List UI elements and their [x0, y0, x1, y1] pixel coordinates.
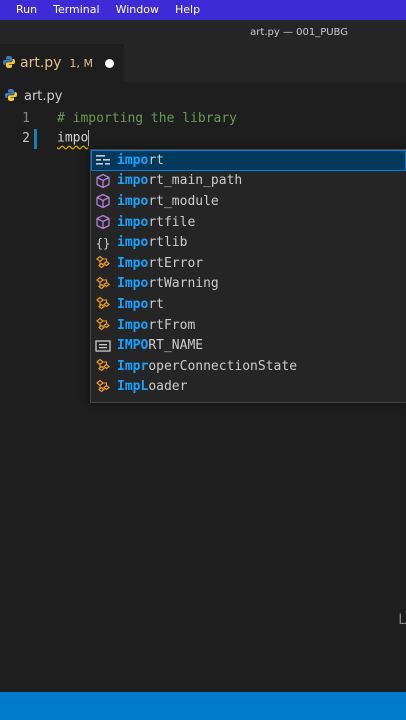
tab-status: 1, M	[69, 56, 93, 70]
menu-terminal[interactable]: Terminal	[45, 0, 108, 20]
suggestion-match: Impo	[117, 255, 149, 271]
suggestion-item[interactable]: Impo rtError	[91, 253, 406, 274]
line-number: 1	[22, 110, 30, 126]
python-file-icon	[4, 87, 18, 106]
code-line-active: 2 impo	[0, 128, 406, 148]
line-number: 2	[22, 130, 30, 146]
suggestion-match: ImpL	[117, 379, 149, 395]
code-text[interactable]: impo	[57, 130, 90, 146]
suggestion-match: Impo	[117, 276, 149, 292]
suggestion-item[interactable]: IMPO RT_NAME	[91, 335, 406, 356]
suggestion-rest: rt	[148, 296, 164, 312]
unsaved-dot-icon[interactable]	[104, 58, 114, 68]
suggestion-match: impo	[117, 235, 149, 251]
suggestion-item[interactable]: ImpL oader	[91, 377, 406, 398]
suggestion-match: impo	[117, 173, 149, 189]
suggestion-rest: rtError	[148, 255, 204, 271]
python-file-icon	[2, 54, 16, 73]
class-icon	[94, 296, 112, 312]
autocomplete-suggestions: impo rt impo rt_main_path impo rt_module impo r…	[90, 149, 406, 403]
class-icon	[94, 358, 112, 374]
suggestion-rest: rtWarning	[148, 276, 219, 292]
menu-help[interactable]: Help	[167, 0, 208, 20]
tab-filename: art.py	[20, 55, 62, 71]
suggestion-match: Impo	[117, 296, 149, 312]
suggestion-item[interactable]: impo rt_main_path	[91, 171, 406, 192]
code-line: 1 # importing the library	[0, 108, 406, 128]
suggestion-rest: oader	[148, 379, 188, 395]
tab-bar: art.py 1, M	[0, 44, 406, 82]
suggestion-rest: operConnectionState	[148, 358, 298, 374]
suggestion-item[interactable]: Impo rtFrom	[91, 315, 406, 336]
constant-icon	[94, 338, 112, 354]
menu-window[interactable]: Window	[108, 0, 167, 20]
suggestion-rest: rtFrom	[148, 317, 196, 333]
class-icon	[94, 379, 112, 395]
namespace-icon: {}	[94, 235, 112, 251]
svg-text:{}: {}	[96, 236, 110, 250]
suggestion-item[interactable]: impo rtfile	[91, 212, 406, 233]
breadcrumb-file[interactable]: art.py	[24, 89, 63, 104]
suggestion-item[interactable]: Impo rtWarning	[91, 274, 406, 295]
suggestion-rest: rt_module	[148, 193, 219, 209]
class-icon	[94, 276, 112, 292]
class-icon	[94, 255, 112, 271]
suggestion-rest: rtlib	[148, 235, 188, 251]
suggestion-match: Impr	[117, 358, 149, 374]
suggestion-item[interactable]: impo rt	[91, 150, 406, 171]
suggestion-rest: rt	[148, 152, 164, 168]
window-title: art.py — 001_PUBG	[250, 26, 348, 38]
typed-text: impo	[57, 130, 89, 146]
module-icon	[94, 193, 112, 209]
class-icon	[94, 317, 112, 333]
suggestion-match: impo	[117, 152, 149, 168]
suggestion-item[interactable]: {} impo rtlib	[91, 232, 406, 253]
menu-bar: Run Terminal Window Help	[0, 0, 406, 20]
module-icon	[94, 173, 112, 189]
suggestion-rest: rt_main_path	[148, 173, 243, 189]
keyword-icon	[94, 152, 112, 168]
suggestion-match: impo	[117, 214, 149, 230]
suggestion-rest: RT_NAME	[148, 338, 204, 354]
suggestion-item[interactable]: impo rt_module	[91, 191, 406, 212]
menu-run[interactable]: Run	[0, 0, 45, 20]
suggestion-match: Impo	[117, 317, 149, 333]
suggestion-match: IMPO	[117, 338, 149, 354]
module-icon	[94, 214, 112, 230]
suggestion-match: impo	[117, 193, 149, 209]
tab-art-py[interactable]: art.py 1, M	[0, 44, 124, 82]
code-comment: # importing the library	[57, 110, 238, 126]
suggestion-rest: rtfile	[148, 214, 196, 230]
breadcrumb: art.py	[0, 86, 63, 106]
corner-text: L	[398, 612, 406, 628]
text-cursor	[88, 130, 90, 146]
status-bar	[0, 692, 406, 720]
suggestion-item[interactable]: Impo rt	[91, 294, 406, 315]
window-titlebar: art.py — 001_PUBG	[0, 20, 406, 44]
suggestion-item[interactable]: Impr operConnectionState	[91, 356, 406, 377]
